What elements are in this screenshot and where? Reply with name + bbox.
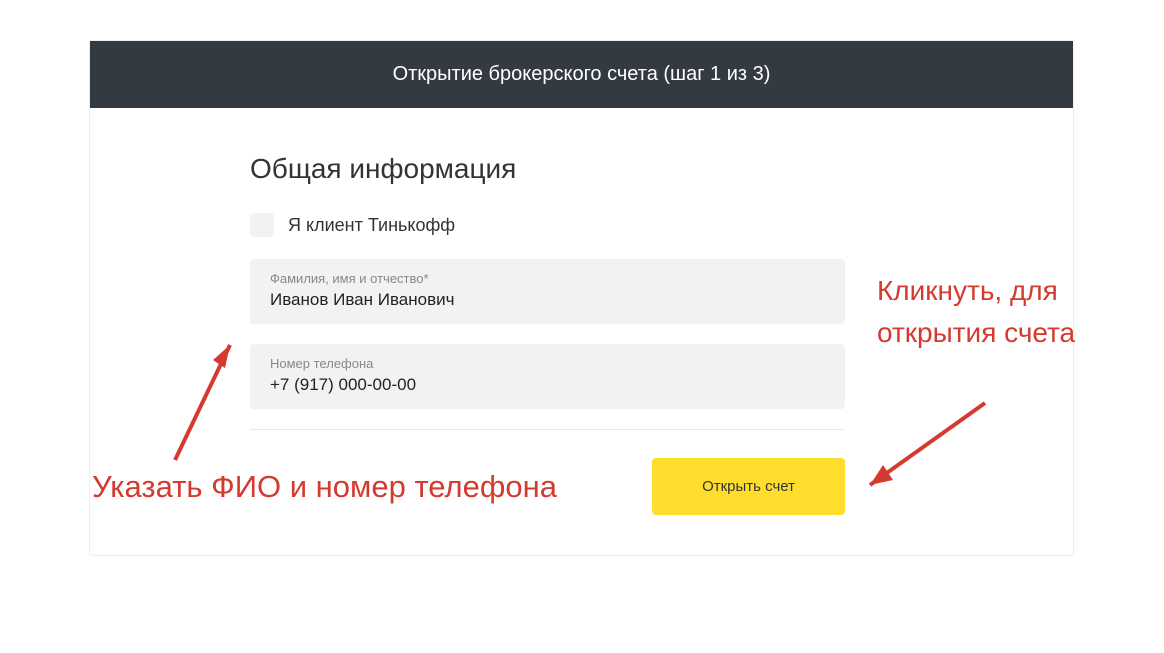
section-title: Общая информация [250,153,993,185]
phone-input[interactable] [270,375,825,395]
card-header: Открытие брокерского счета (шаг 1 из 3) [90,41,1073,108]
client-checkbox[interactable] [250,213,274,237]
annotation-right-text: Кликнуть, для открытия счета [877,270,1164,354]
fullname-input[interactable] [270,290,825,310]
page-title: Открытие брокерского счета (шаг 1 из 3) [393,63,771,85]
open-account-button[interactable]: Открыть счет [652,458,845,515]
client-checkbox-label: Я клиент Тинькофф [288,215,455,236]
divider [250,429,845,430]
phone-field[interactable]: Номер телефона [250,344,845,409]
annotation-left-text: Указать ФИО и номер телефона [92,465,557,508]
client-checkbox-row: Я клиент Тинькофф [250,213,993,237]
fullname-label: Фамилия, имя и отчество* [270,271,825,286]
fullname-field[interactable]: Фамилия, имя и отчество* [250,259,845,324]
phone-label: Номер телефона [270,356,825,371]
